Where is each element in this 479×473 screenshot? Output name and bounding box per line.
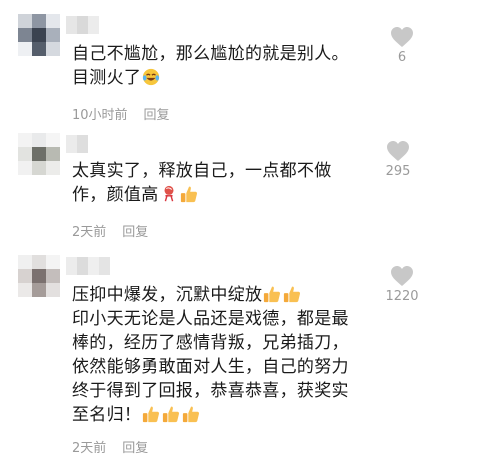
comment-text: 太真实了，释放自己，一点都不做 作，颜值高 [72, 159, 362, 207]
comment-time: 2天前 [72, 225, 107, 240]
comment-text: 压抑中爆发，沉默中绽放 印小天无论是人品还是戏德，都是最 棒的，经历了感情背叛，… [72, 283, 362, 427]
avatar[interactable] [18, 14, 60, 56]
comment-meta: 2天前 回复 [72, 437, 148, 456]
comment-list: 自己不尴尬，那么尴尬的就是别人。 目测火了 10小时前 回复 6 太真实了，释放自… [0, 0, 479, 473]
reply-button[interactable]: 回复 [122, 441, 148, 456]
thumbs-up-emoji [180, 186, 197, 203]
comment-time: 2天前 [72, 441, 107, 456]
comment-text: 自己不尴尬，那么尴尬的就是别人。 目测火了 [72, 42, 362, 90]
comment-text-body: 自己不尴尬，那么尴尬的就是别人。 目测火了 [72, 44, 349, 88]
username[interactable] [66, 257, 110, 275]
username[interactable] [66, 16, 99, 34]
reply-button[interactable]: 回复 [144, 108, 170, 123]
like-button[interactable]: 6 [372, 26, 432, 65]
username[interactable] [66, 135, 88, 153]
heart-icon [387, 141, 409, 161]
heart-icon [391, 27, 413, 47]
reply-button[interactable]: 回复 [122, 225, 148, 240]
thumbs-up-emoji [183, 406, 200, 423]
comment-item: 自己不尴尬，那么尴尬的就是别人。 目测火了 10小时前 回复 6 [0, 0, 479, 125]
heart-icon [391, 266, 413, 286]
laugh-cry-emoji [143, 68, 160, 86]
like-count: 6 [397, 50, 407, 65]
like-button[interactable]: 295 [368, 140, 428, 179]
like-count: 1220 [385, 289, 419, 304]
lollipop-emoji [164, 185, 173, 202]
thumbs-up-emoji [284, 286, 301, 303]
like-count: 295 [385, 164, 411, 179]
comment-item: 太真实了，释放自己，一点都不做 作，颜值高 2天前 回复 295 [0, 125, 479, 245]
comment-meta: 2天前 回复 [72, 221, 148, 240]
comment-text-continued: 印小天无论是人品还是戏德，都是最 棒的，经历了感情背叛，兄弟插刀， 依然能够勇敢… [72, 309, 349, 425]
avatar[interactable] [18, 133, 60, 175]
comment-text-body: 压抑中爆发，沉默中绽放 [72, 285, 263, 305]
comment-time: 10小时前 [72, 108, 128, 123]
thumbs-up-emoji [143, 406, 160, 423]
thumbs-up-emoji [264, 286, 281, 303]
like-button[interactable]: 1220 [372, 265, 432, 304]
comment-meta: 10小时前 回复 [72, 104, 170, 123]
comment-item: 压抑中爆发，沉默中绽放 印小天无论是人品还是戏德，都是最 棒的，经历了感情背叛，… [0, 245, 479, 473]
comment-text-body: 太真实了，释放自己，一点都不做 作，颜值高 [72, 161, 332, 205]
avatar[interactable] [18, 255, 60, 297]
thumbs-up-emoji [163, 406, 180, 423]
